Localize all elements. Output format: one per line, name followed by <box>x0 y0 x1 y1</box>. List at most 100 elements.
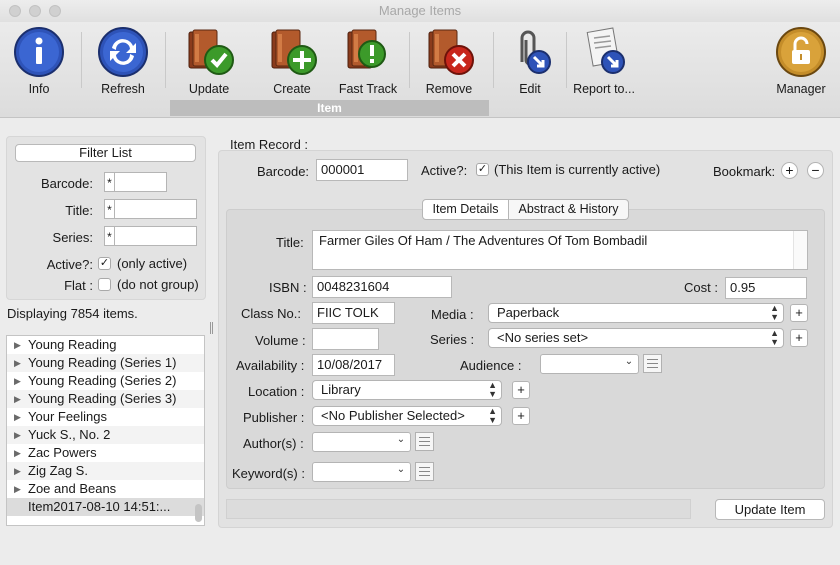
class-no-field[interactable]: FIIC TOLK <box>312 302 395 324</box>
refresh-button[interactable]: Refresh <box>88 24 158 96</box>
authors-label: Author(s) : <box>243 436 304 451</box>
add-publisher-button[interactable]: + <box>512 407 530 425</box>
report-icon <box>586 27 625 74</box>
bookmark-remove-button[interactable]: − <box>807 162 824 179</box>
keywords-combo[interactable]: ⌄ <box>312 462 411 482</box>
series-wildcard: * <box>104 226 114 246</box>
barcode-label: Barcode: <box>257 164 310 179</box>
tab-item-details[interactable]: Item Details <box>422 199 509 220</box>
updown-arrows-icon: ▲ ▼ <box>488 380 497 399</box>
close-window-button[interactable] <box>9 5 21 17</box>
isbn-field[interactable]: 0048231604 <box>312 276 452 298</box>
fast-track-button[interactable]: Fast Track <box>333 24 403 96</box>
list-item[interactable]: ▶ Young Reading (Series 3) <box>7 390 204 408</box>
title-filter-input[interactable] <box>114 199 197 219</box>
cost-field[interactable]: 0.95 <box>725 277 807 299</box>
window-title: Manage Items <box>378 3 462 18</box>
authors-combo[interactable]: ⌄ <box>312 432 411 452</box>
volume-field[interactable] <box>312 328 379 350</box>
keywords-label: Keyword(s) : <box>232 466 305 481</box>
location-select[interactable]: Library ▲ ▼ <box>312 380 502 400</box>
title-wildcard: * <box>104 199 114 219</box>
list-item[interactable]: ▶ Young Reading (Series 2) <box>7 372 204 390</box>
bookmark-add-button[interactable]: + <box>781 162 798 179</box>
list-item[interactable]: ▶ Young Reading <box>7 336 204 354</box>
list-scrollbar[interactable] <box>195 504 202 522</box>
series-filter-label: Series: <box>52 230 93 245</box>
authors-list-icon[interactable] <box>415 432 434 451</box>
active-checkbox[interactable]: ✓ <box>476 163 489 176</box>
info-button[interactable]: Info <box>4 24 74 96</box>
audience-list-icon[interactable] <box>643 354 662 373</box>
publisher-label: Publisher : <box>243 410 305 425</box>
add-location-button[interactable]: + <box>512 381 530 399</box>
title-filter-label: Title: <box>65 203 93 218</box>
volume-label: Volume : <box>255 333 306 348</box>
title-bar: Manage Items <box>0 0 840 22</box>
book-check-icon <box>188 29 234 75</box>
remove-button[interactable]: Remove <box>414 24 484 96</box>
title-field[interactable]: Farmer Giles Of Ham / The Adventures Of … <box>312 230 808 270</box>
location-label: Location : <box>248 384 305 399</box>
chevron-down-icon[interactable]: ⌄ <box>622 356 636 367</box>
disclosure-triangle-icon[interactable]: ▶ <box>14 372 21 390</box>
paperclip-edit-icon <box>520 30 551 74</box>
report-to-button[interactable]: Report to... <box>569 24 639 96</box>
list-item[interactable]: ▶ Yuck S., No. 2 <box>7 426 204 444</box>
zoom-window-button[interactable] <box>49 5 61 17</box>
info-label: Info <box>28 82 50 96</box>
audience-combo[interactable]: ⌄ <box>540 354 639 374</box>
list-item[interactable]: ▶ Young Reading (Series 1) <box>7 354 204 372</box>
item-list[interactable]: ▶ Young Reading ▶ Young Reading (Series 1)… <box>6 335 205 526</box>
book-plus-icon <box>271 29 317 75</box>
list-item[interactable]: ▶ Zig Zag S. <box>7 462 204 480</box>
manager-button[interactable]: Manager <box>766 24 836 96</box>
chevron-down-icon[interactable]: ⌄ <box>394 464 408 475</box>
active-text: (This Item is currently active) <box>494 162 661 177</box>
update-item-button[interactable]: Update Item <box>715 499 825 520</box>
splitter-handle[interactable] <box>210 322 213 334</box>
minimize-window-button[interactable] <box>29 5 41 17</box>
disclosure-triangle-icon[interactable]: ▶ <box>14 354 21 372</box>
series-select[interactable]: <No series set> ▲ ▼ <box>488 328 784 348</box>
add-media-button[interactable]: + <box>790 304 808 322</box>
edit-button[interactable]: Edit <box>495 24 565 96</box>
disclosure-triangle-icon[interactable]: ▶ <box>14 426 21 444</box>
flat-filter-checkbox[interactable] <box>98 278 111 291</box>
disclosure-triangle-icon[interactable]: ▶ <box>14 462 21 480</box>
item-count: Displaying 7854 items. <box>7 306 138 321</box>
update-button[interactable]: Update <box>174 24 244 96</box>
disclosure-triangle-icon[interactable]: ▶ <box>14 480 21 498</box>
fast-track-label: Fast Track <box>338 82 398 96</box>
barcode-field[interactable]: 000001 <box>316 159 408 181</box>
disclosure-triangle-icon[interactable]: ▶ <box>14 336 21 354</box>
toolbar: Info Refresh Update Create Fast Track Re… <box>0 22 840 118</box>
publisher-select[interactable]: <No Publisher Selected> ▲ ▼ <box>312 406 502 426</box>
list-item-selected[interactable]: Item2017-08-10 14:51:... <box>7 498 204 516</box>
list-item[interactable]: ▶ Your Feelings <box>7 408 204 426</box>
title-value: Farmer Giles Of Ham / The Adventures Of … <box>319 233 648 248</box>
filter-panel: Filter List Barcode: * Title: * Series: … <box>6 136 206 300</box>
availability-label: Availability : <box>236 358 305 373</box>
active-filter-checkbox[interactable]: ✓ <box>98 257 111 270</box>
report-to-label: Report to... <box>573 82 635 96</box>
keywords-list-icon[interactable] <box>415 462 434 481</box>
barcode-filter-input[interactable] <box>114 172 167 192</box>
filter-list-button[interactable]: Filter List <box>15 144 196 162</box>
chevron-down-icon[interactable]: ⌄ <box>394 434 408 445</box>
list-item[interactable]: ▶ Zoe and Beans <box>7 480 204 498</box>
add-series-button[interactable]: + <box>790 329 808 347</box>
create-button[interactable]: Create <box>257 24 327 96</box>
list-item[interactable]: ▶ Zac Powers <box>7 444 204 462</box>
media-select[interactable]: Paperback ▲ ▼ <box>488 303 784 323</box>
series-filter-input[interactable] <box>114 226 197 246</box>
disclosure-triangle-icon[interactable]: ▶ <box>14 408 21 426</box>
title-scrollbar[interactable] <box>793 231 807 269</box>
disclosure-triangle-icon[interactable]: ▶ <box>14 390 21 408</box>
isbn-label: ISBN : <box>269 280 307 295</box>
disclosure-triangle-icon[interactable]: ▶ <box>14 444 21 462</box>
series-label: Series : <box>430 332 475 347</box>
class-no-label: Class No.: <box>241 306 301 321</box>
tab-abstract-history[interactable]: Abstract & History <box>508 199 629 220</box>
availability-field[interactable]: 10/08/2017 <box>312 354 395 376</box>
